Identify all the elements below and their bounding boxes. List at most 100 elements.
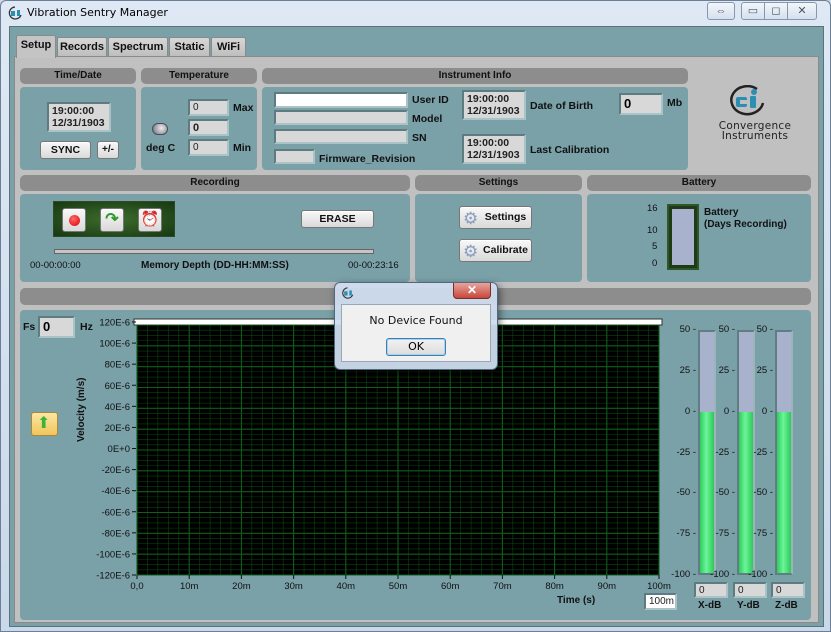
tab-spectrum[interactable]: Spectrum — [108, 37, 168, 57]
x-tick-label: 60m — [441, 581, 460, 592]
resume-button[interactable]: ↷ — [100, 208, 124, 232]
device-time-display: 19:00:00 12/31/1903 — [47, 102, 111, 132]
y-tick-label: -40E-6 — [101, 486, 130, 497]
alarm-button[interactable]: ⏰ — [138, 208, 162, 232]
db-value-z-db: 0 — [771, 582, 805, 598]
calibrate-button[interactable]: ⚙ Calibrate — [459, 239, 532, 262]
x-tick-label: 20m — [232, 581, 251, 592]
dob-date: 12/31/1903 — [467, 105, 520, 117]
plus-minus-button[interactable]: +/- — [97, 141, 119, 159]
memory-size-display: 0 — [619, 93, 663, 115]
y-tick-label: 80E-6 — [105, 360, 130, 371]
battery-header: Battery — [587, 175, 811, 191]
dialog-body: No Device Found OK — [341, 304, 491, 362]
db-channel-label: Y-dB — [737, 600, 760, 611]
restore-button[interactable]: ⇔ — [707, 2, 735, 20]
x-tick-label: 0,0 — [130, 581, 143, 592]
db-value-y-db: 0 — [733, 582, 767, 598]
green-arrow-icon: ↷ — [105, 211, 119, 228]
db-tick-label: 25 - — [756, 364, 773, 376]
erase-button[interactable]: ERASE — [301, 210, 374, 228]
y-tick-label: -120E-6 — [96, 571, 130, 582]
db-tick-label: 0 - — [761, 405, 773, 417]
dialog-ok-button[interactable]: OK — [386, 338, 446, 356]
db-tick-label: -75 - — [753, 528, 773, 540]
dob-display: 19:00:00 12/31/1903 — [462, 90, 526, 120]
sync-button[interactable]: SYNC — [40, 141, 91, 159]
db-meter-y-db — [737, 330, 755, 575]
db-tick-label: -25 - — [676, 446, 696, 458]
db-meter-fill — [700, 412, 714, 573]
depth-min-label: 00-00:00:00 — [30, 260, 81, 271]
dialog-close-button[interactable]: ✕ — [453, 283, 491, 299]
time-date-pane: 19:00:00 12/31/1903 SYNC +/- — [20, 87, 136, 170]
x-tick-label: 80m — [545, 581, 564, 592]
tab-wifi[interactable]: WiFi — [211, 37, 246, 57]
db-tick-label: -50 - — [676, 487, 696, 499]
settings-button[interactable]: ⚙ Settings — [459, 206, 532, 229]
y-tick-label: -80E-6 — [101, 528, 130, 539]
firmware-display — [274, 149, 315, 164]
x-tick-label: 90m — [598, 581, 617, 592]
temp-max-display: 0 — [188, 99, 229, 116]
temp-min-display: 0 — [188, 139, 229, 156]
y-tick-label: 100E-6 — [99, 339, 130, 350]
db-channel-label: X-dB — [698, 600, 722, 611]
db-tick-label: -25 - — [715, 446, 735, 458]
time-date-header: Time/Date — [20, 68, 136, 84]
close-button[interactable]: ✕ — [787, 2, 817, 20]
calibrate-button-label: Calibrate — [483, 244, 528, 256]
x-max-input[interactable]: 100m — [644, 593, 677, 610]
record-controls-group: ↷ ⏰ — [53, 201, 175, 237]
app-window: Vibration Sentry Manager ⇔ ▭ ◻ ✕ Setup R… — [0, 0, 831, 632]
db-tick-label: -75 - — [676, 528, 696, 540]
battery-sublabel: (Days Recording) — [704, 219, 787, 230]
last-calibration-label: Last Calibration — [530, 144, 610, 156]
temperature-header: Temperature — [141, 68, 257, 84]
db-meter-fill — [739, 412, 753, 573]
gear-icon: ⚙ — [463, 209, 479, 228]
db-tick-label: 50 - — [756, 324, 773, 335]
settings-header: Settings — [415, 175, 582, 191]
memory-unit-label: Mb — [667, 97, 683, 109]
db-tick-label: -75 - — [715, 528, 735, 540]
battery-pane: 16 10 5 0 Battery (Days Recording) — [587, 194, 811, 282]
recording-pane: ↷ ⏰ ERASE 00-00:00:00 Memory Depth (DD-H… — [20, 194, 410, 282]
model-label: Model — [412, 113, 443, 125]
db-tick-label: -100 - — [748, 569, 773, 580]
battery-gauge-empty — [672, 209, 694, 265]
record-button[interactable] — [62, 208, 86, 232]
deg-c-toggle[interactable] — [152, 123, 168, 135]
y-tick-label: 0E+0 — [108, 444, 130, 455]
db-tick-label: 25 - — [718, 364, 735, 376]
tab-records[interactable]: Records — [57, 37, 107, 57]
db-meter-z-db — [775, 330, 793, 575]
record-icon — [69, 215, 80, 226]
settings-pane: ⚙ Settings ⚙ Calibrate — [415, 194, 582, 282]
y-tick-label: 120E-6 — [99, 318, 130, 329]
window-title: Vibration Sentry Manager — [27, 6, 168, 19]
depth-max-label: 00-00:23:16 — [348, 260, 399, 271]
db-tick-label: 0 - — [684, 405, 696, 417]
sn-display — [274, 129, 408, 144]
device-time: 19:00:00 — [52, 105, 95, 117]
db-tick-label: -100 - — [671, 569, 696, 580]
dob-label: Date of Birth — [530, 100, 593, 112]
maximize-button[interactable]: ◻ — [764, 2, 788, 20]
temperature-pane: deg C 0 0 0 Max Min — [141, 87, 257, 170]
db-value-x-db: 0 — [694, 582, 728, 598]
last-calibration-date: 12/31/1903 — [467, 149, 520, 161]
db-tick-label: 50 - — [679, 324, 696, 335]
db-meter-fill — [777, 412, 791, 573]
battery-tick-0: 0 — [652, 258, 658, 269]
db-tick-label: -50 - — [753, 487, 773, 499]
tab-static[interactable]: Static — [169, 37, 210, 57]
battery-tick-5: 5 — [652, 241, 658, 252]
tab-setup[interactable]: Setup — [16, 35, 56, 58]
db-tick-label: -100 - — [710, 569, 735, 580]
dialog-message: No Device Found — [369, 314, 463, 327]
user-id-input[interactable] — [274, 92, 408, 108]
memory-depth-slider[interactable] — [54, 249, 374, 254]
minimize-button[interactable]: ▭ — [741, 2, 765, 20]
title-bar: Vibration Sentry Manager ⇔ ▭ ◻ ✕ — [1, 1, 830, 25]
